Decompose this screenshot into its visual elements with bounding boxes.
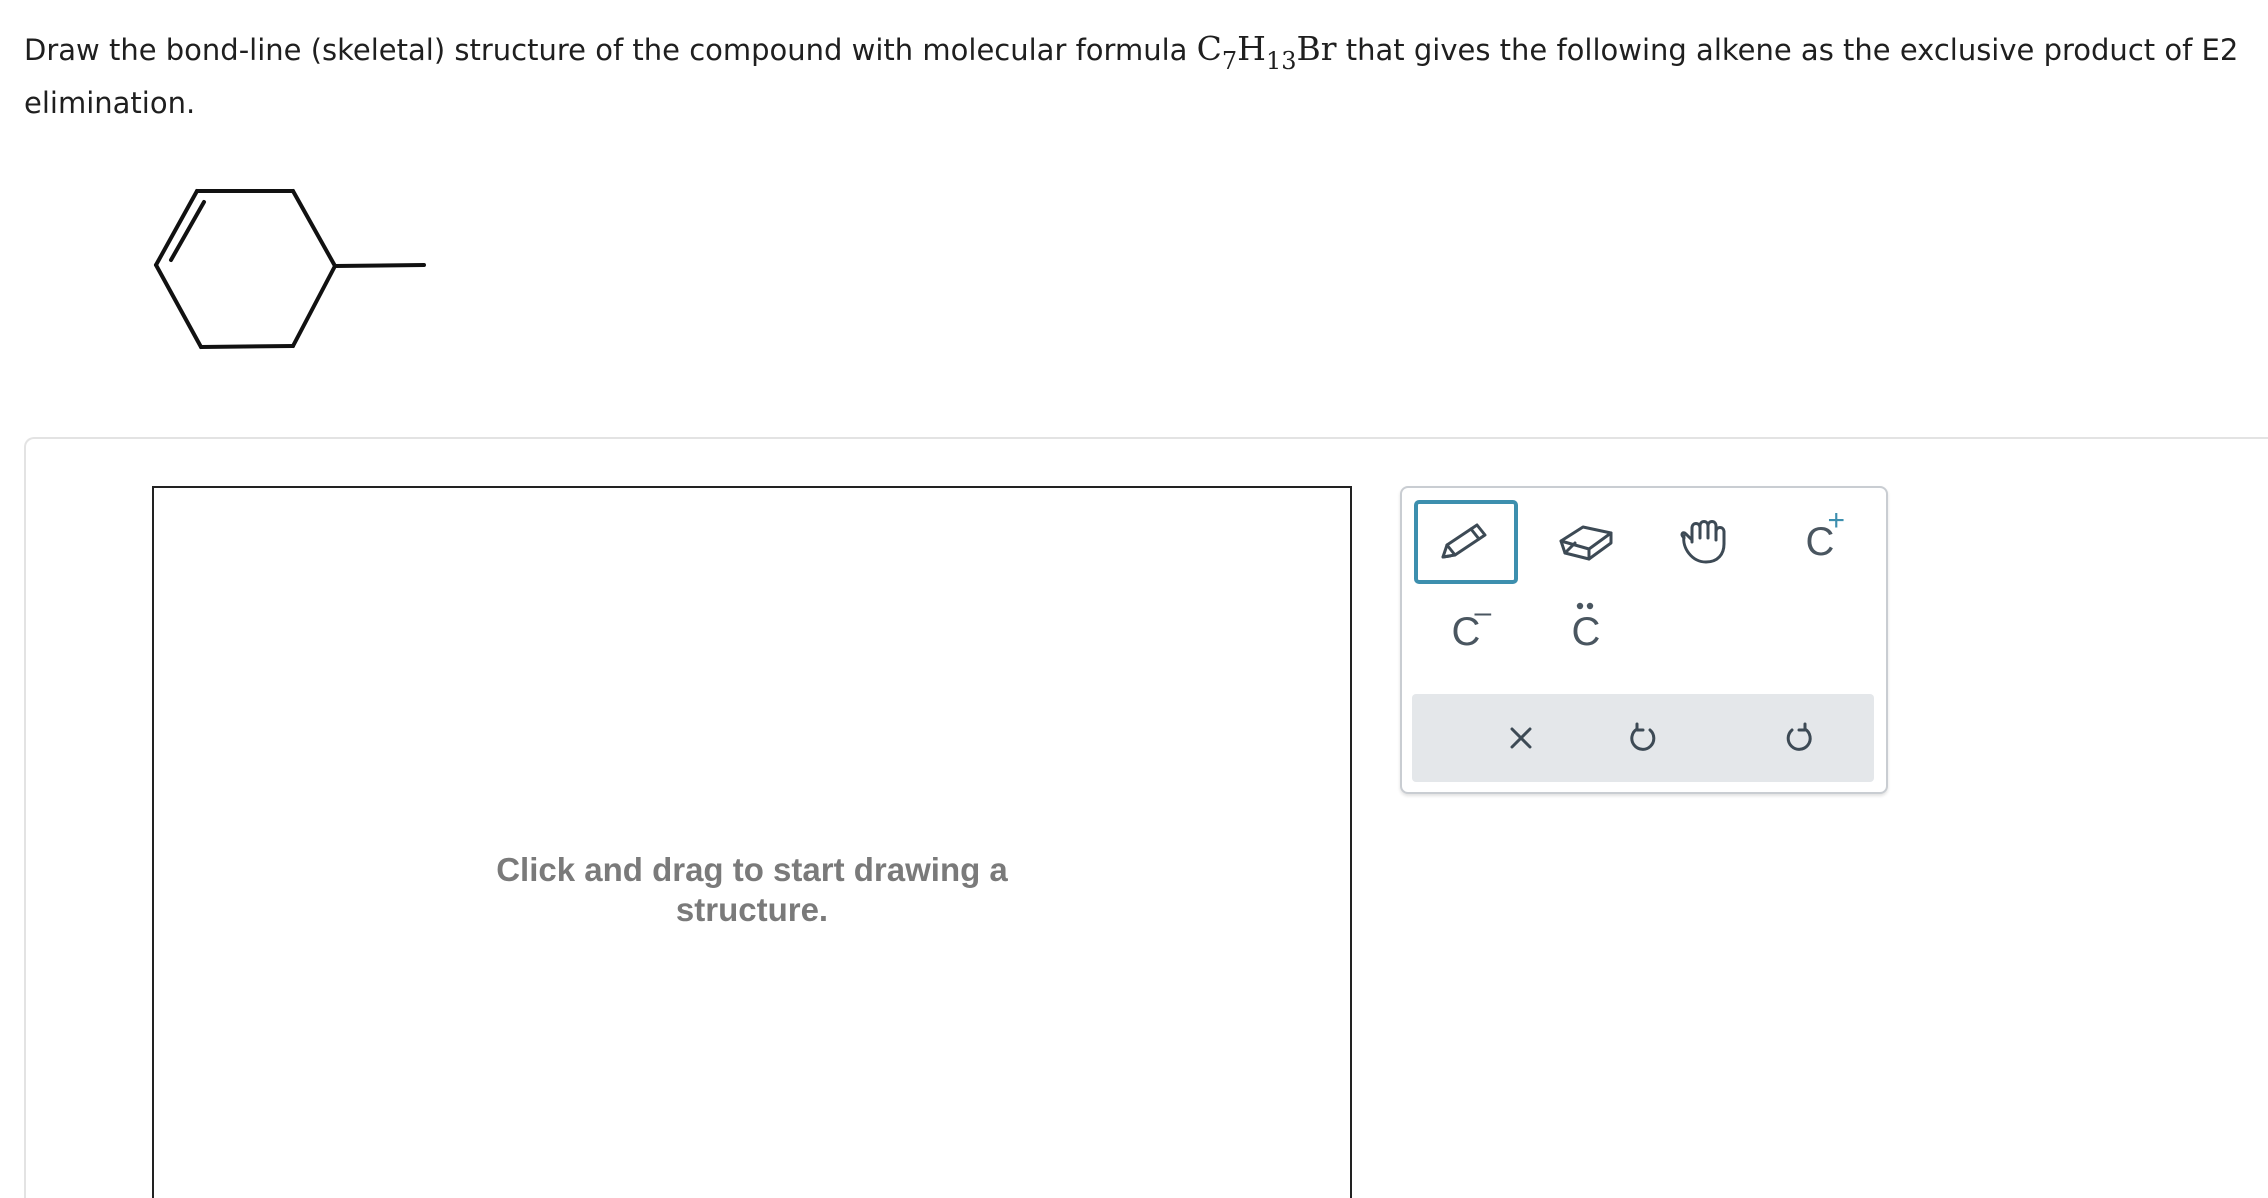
clear-button[interactable] xyxy=(1466,694,1576,782)
alkene-structure-image xyxy=(154,189,426,349)
negative-charge-label: C – xyxy=(1452,598,1492,653)
lone-pair-atom: C xyxy=(1571,610,1601,654)
redo-button[interactable] xyxy=(1744,694,1854,782)
undo-button[interactable] xyxy=(1588,694,1698,782)
ring-bond xyxy=(154,263,203,349)
lone-pair-button[interactable]: C xyxy=(1534,590,1638,674)
clear-icon xyxy=(1510,727,1532,749)
drawing-toolbox: C + C – C xyxy=(1400,486,1888,794)
pencil-icon xyxy=(1441,523,1487,559)
question-prompt: Draw the bond-line (skeletal) structure … xyxy=(24,22,2244,130)
positive-charge-sign: + xyxy=(1827,504,1846,537)
lone-pair-dots-icon xyxy=(1576,602,1593,610)
eraser-icon xyxy=(1559,525,1613,561)
hand-icon xyxy=(1680,520,1726,564)
formula-hydrogen: H xyxy=(1237,29,1266,68)
formula-hydrogen-count: 13 xyxy=(1265,47,1297,75)
question-text-before: Draw the bond-line (skeletal) structure … xyxy=(24,33,1197,67)
ring-bond xyxy=(291,189,337,268)
formula-carbon: C xyxy=(1196,29,1222,68)
positive-charge-button[interactable]: C + xyxy=(1768,500,1872,584)
hand-tool-button[interactable] xyxy=(1652,500,1756,584)
eraser-tool-button[interactable] xyxy=(1534,500,1638,584)
redo-icon xyxy=(1786,722,1812,751)
toolbox-actions-bar xyxy=(1412,694,1874,782)
molecular-formula: C7H13Br xyxy=(1196,29,1337,73)
methyl-bond xyxy=(333,263,426,268)
formula-bromine: Br xyxy=(1296,29,1337,68)
lone-pair-label: C xyxy=(1571,602,1601,654)
page: Draw the bond-line (skeletal) structure … xyxy=(0,0,2268,1198)
undo-icon xyxy=(1630,722,1656,751)
canvas-hint-line1: Click and drag to start drawing a xyxy=(496,851,1008,888)
ring-bond xyxy=(199,344,295,349)
positive-charge-label: C + xyxy=(1806,506,1846,563)
canvas-hint-line2: structure. xyxy=(675,891,829,928)
ring-bond xyxy=(291,264,337,348)
drawing-canvas[interactable]: Click and drag to start drawing a struct… xyxy=(152,486,1352,1198)
canvas-hint: Click and drag to start drawing a struct… xyxy=(154,850,1350,930)
pencil-tool-button[interactable] xyxy=(1414,500,1518,584)
negative-charge-sign: – xyxy=(1474,596,1492,629)
formula-carbon-count: 7 xyxy=(1221,47,1238,75)
negative-charge-button[interactable]: C – xyxy=(1414,590,1518,674)
